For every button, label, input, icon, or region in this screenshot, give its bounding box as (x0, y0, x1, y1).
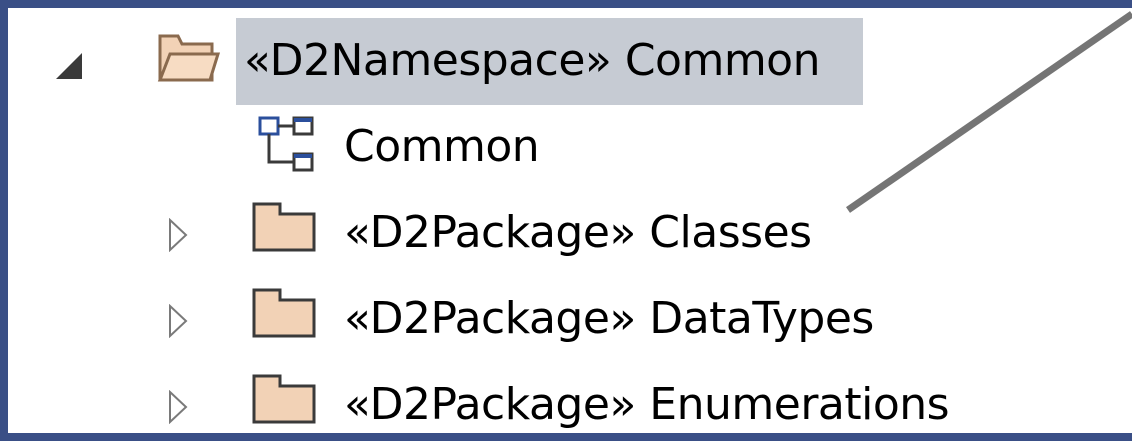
tree-item-package-datatypes[interactable]: «D2Package» DataTypes (344, 276, 874, 362)
tree-item-label: «D2Package» Enumerations (344, 379, 950, 430)
collapsed-arrow-icon[interactable] (168, 390, 188, 424)
package-folder-icon (252, 202, 316, 252)
tree-item-label: Common (344, 121, 540, 172)
collapsed-arrow-icon[interactable] (168, 304, 188, 338)
package-folder-icon (252, 288, 316, 338)
tree-item-package-classes[interactable]: «D2Package» Classes (344, 190, 812, 276)
window-frame: «D2Namespace» Common Common «D2Package» … (0, 0, 1132, 441)
expanded-arrow-icon[interactable] (56, 53, 82, 79)
tree-item-namespace-common[interactable]: «D2Namespace» Common (244, 18, 821, 104)
project-browser-tree: «D2Namespace» Common Common «D2Package» … (8, 8, 1132, 433)
tree-item-label: «D2Namespace» Common (244, 35, 821, 86)
tree-item-label: «D2Package» Classes (344, 207, 812, 258)
tree-item-diagram-common[interactable]: Common (344, 104, 540, 190)
tree-item-package-enumerations[interactable]: «D2Package» Enumerations (344, 362, 950, 433)
tree-item-label: «D2Package» DataTypes (344, 293, 874, 344)
package-folder-icon (252, 374, 316, 424)
collapsed-arrow-icon[interactable] (168, 218, 188, 252)
open-folder-icon (157, 34, 220, 82)
diagram-icon (258, 116, 314, 172)
